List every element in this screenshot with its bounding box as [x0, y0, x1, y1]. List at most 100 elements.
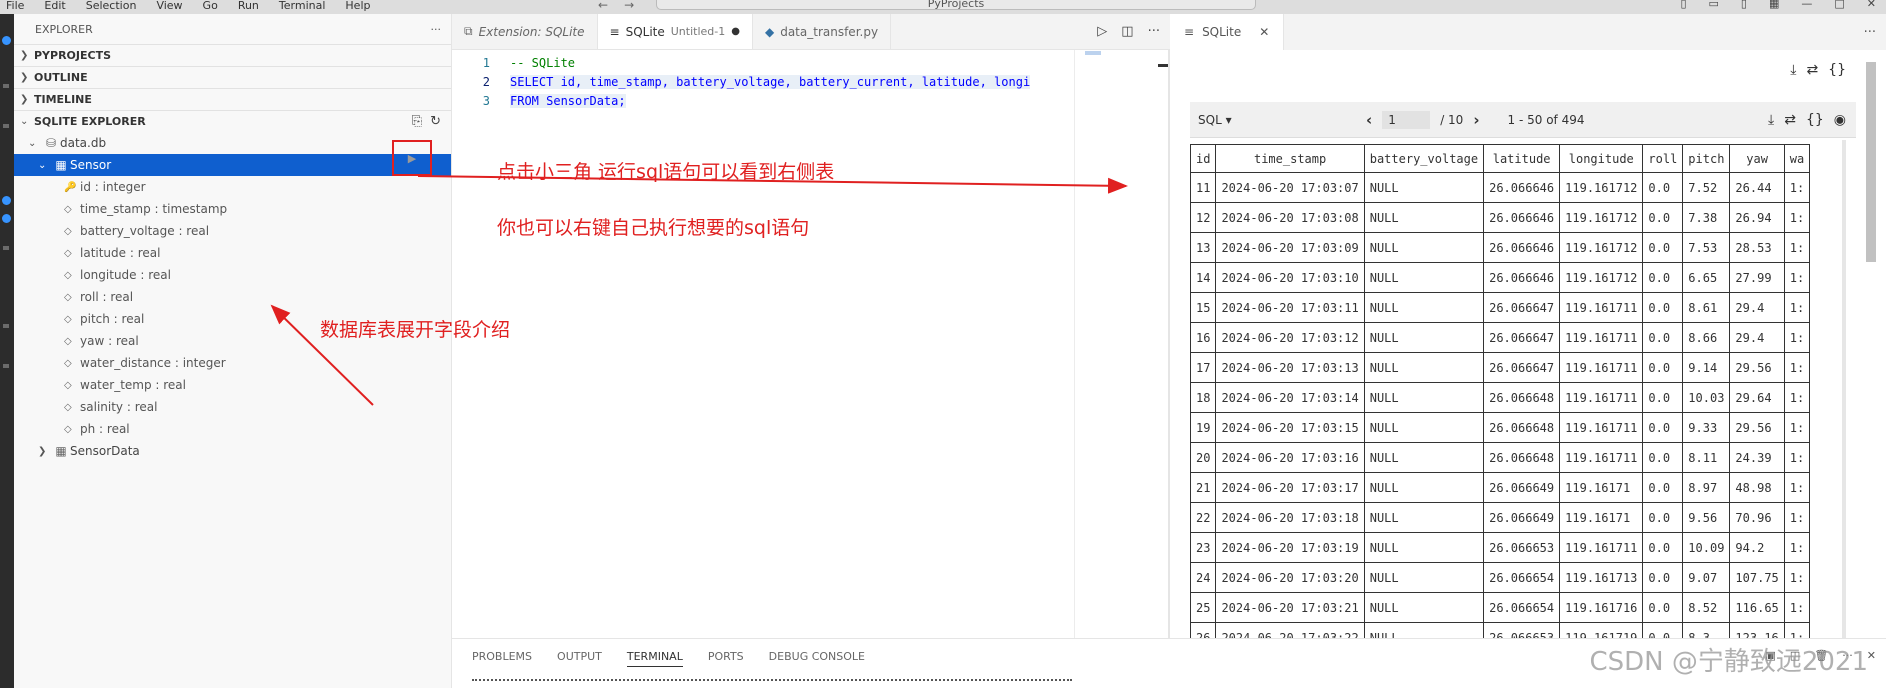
table-cell[interactable]: 26.44	[1729, 172, 1785, 203]
table-cell[interactable]: 26.066646	[1483, 262, 1561, 293]
table-cell[interactable]: NULL	[1363, 412, 1485, 443]
tab-extension-sqlite[interactable]: ⧉ Extension: SQLite	[452, 14, 598, 49]
column-header[interactable]: longitude	[1559, 144, 1644, 173]
results-scrollbar[interactable]	[1866, 62, 1876, 262]
field-item[interactable]: ◇ time_stamp : timestamp	[14, 198, 451, 220]
table-cell[interactable]: 1:	[1783, 532, 1811, 563]
table-cell[interactable]: 14	[1190, 262, 1217, 293]
table-cell[interactable]: 119.161712	[1559, 262, 1644, 293]
table-cell[interactable]: 0.0	[1642, 562, 1684, 593]
table-cell[interactable]: NULL	[1363, 172, 1485, 203]
table-cell[interactable]: 119.16171	[1559, 502, 1644, 533]
table-cell[interactable]: 1:	[1783, 412, 1811, 443]
forward-arrow-icon[interactable]: →	[624, 0, 634, 12]
layout-icon[interactable]: ▯	[1680, 0, 1686, 10]
table-cell[interactable]: 26.066647	[1483, 352, 1561, 383]
table-cell[interactable]: 26.066654	[1483, 562, 1561, 593]
table-cell[interactable]: 26	[1190, 622, 1217, 638]
section-outline[interactable]: ❯ OUTLINE	[14, 66, 451, 88]
panel-toggle-icon[interactable]: ▭	[1709, 0, 1719, 10]
table-row[interactable]: 15 2024-06-20 17:03:11 NULL 26.066647 119.16…	[1190, 292, 1811, 323]
table-cell[interactable]: 119.161712	[1559, 172, 1644, 203]
table-cell[interactable]: 2024-06-20 17:03:16	[1215, 442, 1365, 473]
table-cell[interactable]: 1:	[1783, 322, 1811, 353]
table-cell[interactable]: NULL	[1363, 562, 1485, 593]
table-cell[interactable]: 29.4	[1729, 292, 1785, 323]
table-cell[interactable]: 2024-06-20 17:03:08	[1215, 202, 1365, 233]
menu-view[interactable]: View	[156, 0, 182, 12]
table-cell[interactable]: 26.066653	[1483, 532, 1561, 563]
table-cell[interactable]: 18	[1190, 382, 1217, 413]
table-row[interactable]: 25 2024-06-20 17:03:21 NULL 26.066654 119.16…	[1190, 592, 1811, 623]
back-arrow-icon[interactable]: ←	[598, 0, 608, 12]
column-header[interactable]: time_stamp	[1215, 144, 1365, 173]
table-row[interactable]: 24 2024-06-20 17:03:20 NULL 26.066654 119.16…	[1190, 562, 1811, 593]
table-cell[interactable]: 26.066648	[1483, 412, 1561, 443]
table-cell[interactable]: 1:	[1783, 262, 1811, 293]
table-cell[interactable]: 0.0	[1642, 622, 1684, 638]
table-cell[interactable]: 27.99	[1729, 262, 1785, 293]
table-cell[interactable]: 8.11	[1682, 442, 1731, 473]
minimize-icon[interactable]: —	[1801, 0, 1812, 10]
table-row[interactable]: 17 2024-06-20 17:03:13 NULL 26.066647 119.16…	[1190, 352, 1811, 383]
eye-icon[interactable]: ◉	[1834, 112, 1846, 128]
table-cell[interactable]: 1:	[1783, 232, 1811, 263]
accounts-activity-icon[interactable]	[3, 364, 9, 368]
table-cell[interactable]: 9.07	[1682, 562, 1731, 593]
json-icon[interactable]: {}	[1806, 112, 1824, 128]
table-cell[interactable]: 26.94	[1729, 202, 1785, 233]
table-cell[interactable]: 119.161712	[1559, 202, 1644, 233]
search-activity-icon[interactable]	[3, 84, 9, 88]
table-cell[interactable]: 1:	[1783, 502, 1811, 533]
table-cell[interactable]: 8.66	[1682, 322, 1731, 353]
table-cell[interactable]: 1:	[1783, 382, 1811, 413]
table-cell[interactable]: 1:	[1783, 172, 1811, 203]
extensions-badge-icon[interactable]	[2, 196, 11, 205]
table-cell[interactable]: NULL	[1363, 232, 1485, 263]
tab-sqlite-untitled[interactable]: ≡ SQLite Untitled-1 ●	[597, 14, 753, 49]
table-cell[interactable]: 107.75	[1729, 562, 1785, 593]
table-cell[interactable]: NULL	[1363, 262, 1485, 293]
table-cell[interactable]: 2024-06-20 17:03:13	[1215, 352, 1365, 383]
table-cell[interactable]: 2024-06-20 17:03:18	[1215, 502, 1365, 533]
field-item[interactable]: ◇ water_temp : real	[14, 374, 451, 396]
table-cell[interactable]: 7.38	[1682, 202, 1731, 233]
table-cell[interactable]: 116.65	[1729, 592, 1785, 623]
table-cell[interactable]: 119.16171	[1559, 472, 1644, 503]
field-item[interactable]: 🔑 id : integer	[14, 176, 451, 198]
column-header[interactable]: battery_voltage	[1363, 144, 1485, 173]
table-cell[interactable]: 1:	[1783, 562, 1811, 593]
table-cell[interactable]: 0.0	[1642, 502, 1684, 533]
table-cell[interactable]: 1:	[1783, 352, 1811, 383]
table-row[interactable]: 18 2024-06-20 17:03:14 NULL 26.066648 119.16…	[1190, 382, 1811, 413]
field-item[interactable]: ◇ water_distance : integer	[14, 352, 451, 374]
export-icon[interactable]: ⤓	[1768, 112, 1774, 128]
unsaved-dot-icon[interactable]: ●	[731, 26, 740, 37]
table-cell[interactable]: 26.066646	[1483, 202, 1561, 233]
run-icon[interactable]: ▷	[1097, 24, 1107, 39]
table-cell[interactable]: 0.0	[1642, 472, 1684, 503]
table-cell[interactable]: 119.161711	[1559, 292, 1644, 323]
table-cell[interactable]: 2024-06-20 17:03:12	[1215, 322, 1365, 353]
table-item-sensor[interactable]: ⌄ ▦ Sensor	[14, 154, 451, 176]
table-cell[interactable]: 0.0	[1642, 202, 1684, 233]
close-window-icon[interactable]: ✕	[1867, 0, 1876, 10]
sql-toggle-button[interactable]: SQL ▾	[1190, 113, 1340, 127]
tab-ports[interactable]: PORTS	[708, 650, 744, 663]
table-cell[interactable]: 29.56	[1729, 412, 1785, 443]
table-cell[interactable]: 20	[1190, 442, 1217, 473]
table-cell[interactable]: NULL	[1363, 322, 1485, 353]
table-cell[interactable]: NULL	[1363, 352, 1485, 383]
table-cell[interactable]: 1:	[1783, 292, 1811, 323]
table-cell[interactable]: 23	[1190, 532, 1217, 563]
table-cell[interactable]: 10.09	[1682, 532, 1731, 563]
table-cell[interactable]: 2024-06-20 17:03:21	[1215, 592, 1365, 623]
table-cell[interactable]: 123.16	[1729, 622, 1785, 638]
table-cell[interactable]: 2024-06-20 17:03:20	[1215, 562, 1365, 593]
table-cell[interactable]: 7.53	[1682, 232, 1731, 263]
table-cell[interactable]: 8.61	[1682, 292, 1731, 323]
more-actions-icon[interactable]: ···	[1148, 24, 1160, 39]
format-icon[interactable]: ⇄	[1806, 62, 1818, 78]
table-cell[interactable]: 15	[1190, 292, 1217, 323]
table-row[interactable]: 13 2024-06-20 17:03:09 NULL 26.066646 119.16…	[1190, 232, 1811, 263]
